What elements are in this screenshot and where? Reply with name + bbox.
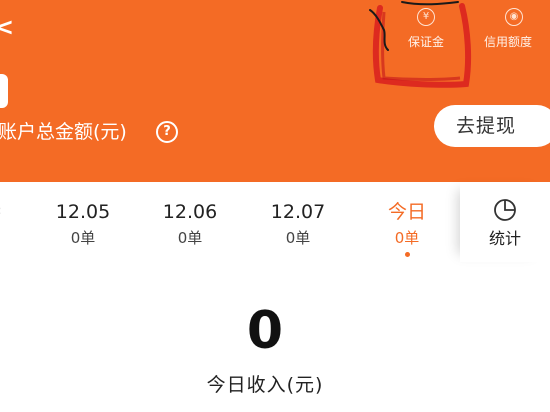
chevron-left-icon[interactable]: ‹: [0, 204, 2, 218]
order-count: 0单: [70, 229, 96, 247]
credit-limit-label: 信用额度: [484, 35, 533, 49]
date-label: 今日: [387, 201, 426, 223]
total-amount-label: 账户总金额(元): [0, 121, 127, 143]
order-count: 0单: [394, 229, 420, 247]
date-tab-1207[interactable]: 12.07 0单: [263, 200, 333, 248]
stats-button[interactable]: 统计: [460, 182, 550, 262]
order-count: 0单: [177, 229, 203, 247]
question-circle-icon[interactable]: ?: [156, 121, 178, 143]
stats-label: 统计: [488, 229, 521, 248]
date-selector: ‹ 12.05 0单 12.06 0单 12.07 0单 今日 0单 统计: [0, 182, 550, 262]
pie-chart-icon: [494, 199, 516, 221]
credit-limit-entry[interactable]: ◉ 信用额度: [474, 8, 550, 64]
date-tab-today[interactable]: 今日 0单: [372, 200, 442, 257]
today-income-value: 0: [246, 301, 284, 361]
date-label: 12.06: [162, 201, 218, 223]
date-tab-1206[interactable]: 12.06 0单: [155, 200, 225, 248]
today-income-label: 今日收入(元): [206, 374, 324, 396]
order-count: 0单: [285, 229, 311, 247]
target-circle-icon: ◉: [505, 8, 523, 26]
total-amount-value: [0, 74, 8, 108]
account-header: < 账户总金额(元) ? 去提现 ¥ 保证金 ◉ 信用额度: [0, 0, 550, 182]
active-indicator-dot: [404, 252, 410, 257]
annotation-scribble: [369, 1, 472, 88]
back-icon[interactable]: <: [0, 14, 16, 40]
date-label: 12.05: [55, 201, 111, 223]
withdraw-button[interactable]: 去提现: [434, 105, 550, 147]
date-label: 12.07: [270, 201, 326, 223]
date-tab-1205[interactable]: 12.05 0单: [48, 200, 118, 248]
